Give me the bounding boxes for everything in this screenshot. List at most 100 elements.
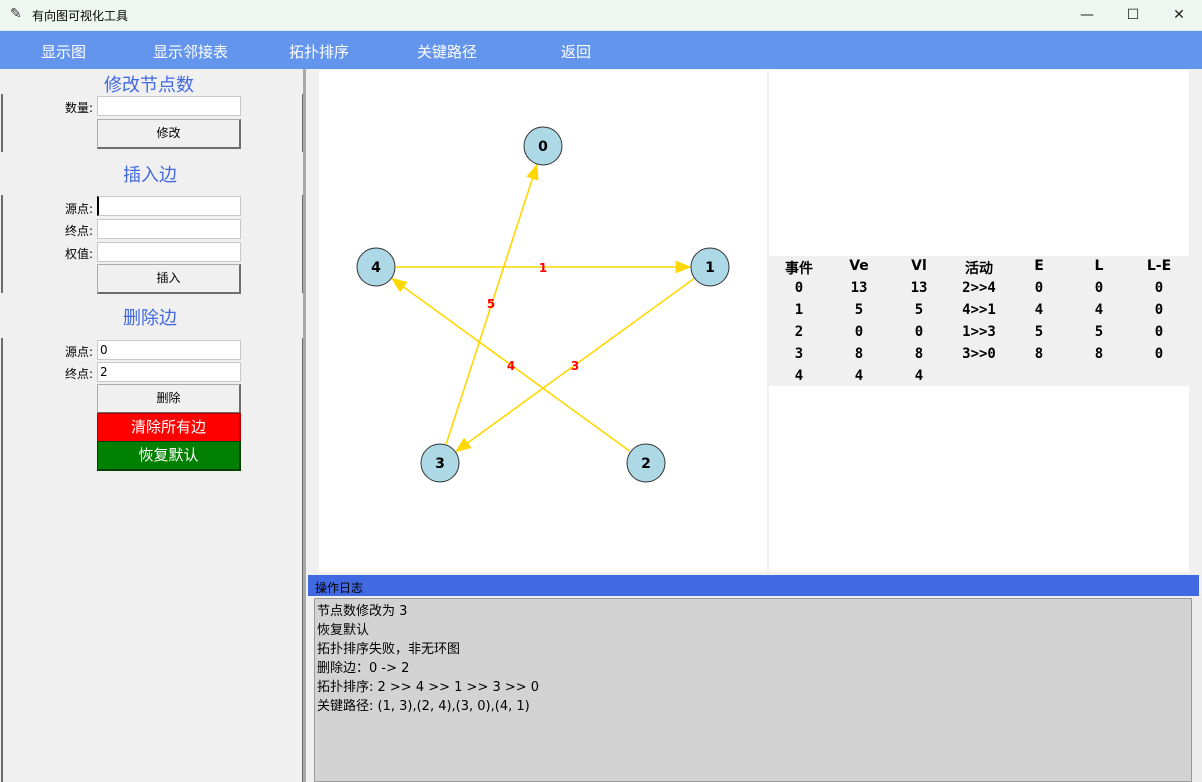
table-cell: 13 <box>910 280 928 296</box>
menu-show-adjacency-list[interactable]: 显示邻接表 <box>153 41 228 62</box>
feather-icon: ✎ <box>10 6 22 22</box>
node-label: 2 <box>641 456 651 472</box>
window-title: 有向图可视化工具 <box>32 9 129 23</box>
table-cell: 4 <box>1034 302 1044 318</box>
critical-path-panel: 事件 Ve Vl 活动 E L L-E 0 13 13 2>>4 0 0 0 1 5 5 4>>1 4 4 0 2 0 0 1>… <box>769 70 1189 572</box>
insert-button[interactable]: 插入 <box>97 264 241 294</box>
delete-edge-title: 删除边 <box>123 308 177 329</box>
table-cell: 5 <box>1034 324 1044 340</box>
target-label: 终点: <box>64 367 93 381</box>
delete-source-input[interactable] <box>97 340 241 360</box>
title-bar: ✎ 有向图可视化工具 — ☐ ✕ <box>0 0 1202 31</box>
node-label: 3 <box>435 456 445 472</box>
log-title: 操作日志 <box>315 581 364 595</box>
graph-node-4[interactable]: 4 <box>356 247 396 287</box>
edge-weight-label: 5 <box>487 297 495 311</box>
table-cell: 8 <box>1094 346 1104 362</box>
panel-divider[interactable] <box>303 69 306 782</box>
table-cell: 1 <box>794 302 804 318</box>
table-cell: 3 <box>794 346 804 362</box>
table-cell: 0 <box>1094 280 1104 296</box>
table-cell: 2>>4 <box>962 280 996 296</box>
table-cell: 3>>0 <box>962 346 996 362</box>
table-cell: 13 <box>850 280 868 296</box>
graph-node-0[interactable]: 0 <box>523 126 563 166</box>
table-header-cell: 活动 <box>965 261 993 277</box>
log-scrollbar[interactable] <box>1192 598 1202 782</box>
menu-bar: 显示图 显示邻接表 拓扑排序 关键路径 返回 <box>0 31 1202 69</box>
menu-critical-path[interactable]: 关键路径 <box>417 41 477 62</box>
table-cell: 0 <box>794 280 804 296</box>
modify-button[interactable]: 修改 <box>97 119 241 149</box>
table-cell: 8 <box>1034 346 1044 362</box>
log-line: 拓扑排序: 2 >> 4 >> 1 >> 3 >> 0 <box>317 680 540 695</box>
graph-node-1[interactable]: 1 <box>690 247 730 287</box>
modify-nodes-title: 修改节点数 <box>104 75 194 96</box>
node-label: 4 <box>371 260 381 276</box>
graph-canvas[interactable]: 1 3 4 5 0 1 2 3 4 <box>319 70 767 572</box>
log-area[interactable]: 节点数修改为 3 恢复默认拓扑排序失败，非无环图 删除边：0 -> 2 拓扑排序: 2… <box>314 598 1192 782</box>
table-cell: 1>>3 <box>962 324 996 340</box>
table-header-cell: E <box>1034 258 1044 274</box>
source-label: 源点: <box>64 345 93 359</box>
group-border-left <box>1 94 3 152</box>
table-cell: 5 <box>914 302 924 318</box>
table-cell: 4 <box>854 368 864 384</box>
edge-weight-label: 3 <box>571 359 579 373</box>
maximize-button[interactable]: ☐ <box>1110 0 1156 30</box>
table-cell: 4>>1 <box>962 302 996 318</box>
table-cell: 0 <box>1154 324 1164 340</box>
count-label: 数量: <box>64 101 93 115</box>
critical-path-table: 事件 Ve Vl 活动 E L L-E 0 13 13 2>>4 0 0 0 1 5 5 4>>1 4 4 0 2 0 0 1>… <box>769 256 1189 386</box>
group-border-left <box>1 195 3 293</box>
node-label: 1 <box>705 260 715 276</box>
delete-target-input[interactable] <box>97 362 241 382</box>
log-line: 恢复默认 <box>317 623 370 638</box>
insert-source-input[interactable] <box>97 196 241 216</box>
minimize-button[interactable]: — <box>1064 0 1110 30</box>
menu-show-graph[interactable]: 显示图 <box>41 41 86 62</box>
menu-topological-sort[interactable]: 拓扑排序 <box>289 41 349 62</box>
table-cell: 4 <box>1094 302 1104 318</box>
insert-edge-title: 插入边 <box>123 165 177 186</box>
table-cell: 0 <box>1154 280 1164 296</box>
target-label: 终点: <box>64 224 93 238</box>
table-cell: 0 <box>854 324 864 340</box>
log-line: 节点数修改为 3 <box>317 604 408 619</box>
table-cell: 4 <box>794 368 804 384</box>
table-cell: 0 <box>1034 280 1044 296</box>
close-button[interactable]: ✕ <box>1156 0 1202 30</box>
table-header-cell: 事件 <box>785 261 813 277</box>
menu-return[interactable]: 返回 <box>561 41 591 62</box>
table-header-cell: L-E <box>1146 258 1172 274</box>
table-cell: 5 <box>854 302 864 318</box>
edge-weight-label: 4 <box>507 359 515 373</box>
table-cell: 8 <box>854 346 864 362</box>
source-label: 源点: <box>64 202 93 216</box>
graph-node-3[interactable]: 3 <box>420 443 460 483</box>
insert-weight-input[interactable] <box>97 242 241 262</box>
table-cell: 5 <box>1094 324 1104 340</box>
graph-node-2[interactable]: 2 <box>626 443 666 483</box>
insert-target-input[interactable] <box>97 219 241 239</box>
table-cell: 0 <box>914 324 924 340</box>
graph-diagram: 1 3 4 5 0 1 2 3 4 <box>356 126 730 483</box>
log-line: 关键路径: (1, 3),(2, 4),(3, 0),(4, 1) <box>317 699 530 714</box>
table-header-cell: Vl <box>911 258 927 274</box>
log-line: 拓扑排序失败，非无环图 <box>317 642 461 657</box>
clear-all-edges-button[interactable]: 清除所有边 <box>97 413 241 443</box>
table-cell: 4 <box>914 368 924 384</box>
node-count-input[interactable] <box>97 96 241 116</box>
node-label: 0 <box>538 139 548 155</box>
log-header: 操作日志 <box>308 575 1199 596</box>
table-header-cell: Ve <box>849 258 869 274</box>
delete-button[interactable]: 删除 <box>97 384 241 414</box>
table-cell: 2 <box>794 324 804 340</box>
table-cell: 0 <box>1154 346 1164 362</box>
restore-default-button[interactable]: 恢复默认 <box>97 441 241 471</box>
sidebar: 修改节点数 数量: 修改 插入边 源点: 终点: 权值: 插入 删除边 源点: … <box>0 69 305 782</box>
table-cell: 0 <box>1154 302 1164 318</box>
group-border-left <box>1 338 3 782</box>
table-cell: 8 <box>914 346 924 362</box>
log-line: 删除边：0 -> 2 <box>317 661 410 676</box>
